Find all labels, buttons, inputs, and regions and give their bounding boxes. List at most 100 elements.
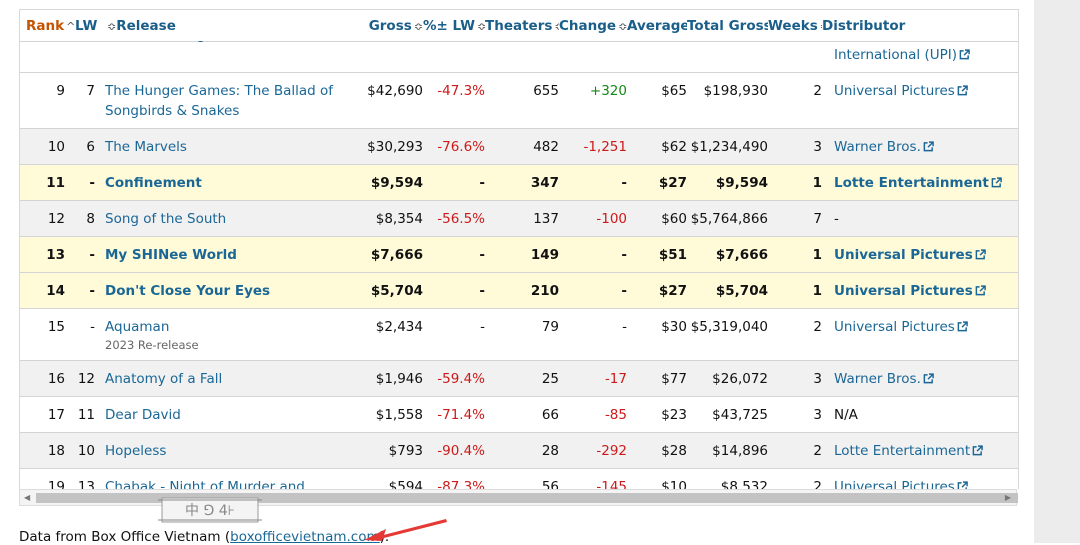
- cell-distributor: Warner Bros.: [822, 128, 1018, 164]
- table-row: 11- Confinement $9,594-347- $27 $9,594 1 Lotte…: [20, 164, 1018, 200]
- cell-weeks: 7: [813, 210, 822, 227]
- release-link[interactable]: Don't Close Your Eyes: [105, 283, 270, 299]
- col-header-pct-lw[interactable]: %± LW≎: [423, 10, 485, 41]
- cell-release: Hopeless: [105, 432, 358, 468]
- table-row: 13- My SHINee World $7,666-149- $51 $7,666 1 U…: [20, 236, 1018, 272]
- distributor-link[interactable]: Universal Pictures: [834, 83, 968, 99]
- table-row: 10 6 The Marvels $30,293 -76.6% 482 -1,251 $62 $…: [20, 128, 1018, 164]
- cell-theaters: 25: [541, 370, 559, 387]
- distributor-link[interactable]: Universal Pictures: [834, 283, 986, 299]
- cell-theater-change: -: [621, 246, 627, 263]
- cell-theater-change: -100: [596, 210, 627, 227]
- cell-pct-change: -47.3%: [437, 82, 485, 99]
- col-header-weeks[interactable]: Weeks≎: [768, 10, 822, 41]
- col-header-average[interactable]: Average≎: [627, 10, 687, 41]
- cell-theaters: 482: [533, 138, 559, 155]
- external-link-icon: [923, 372, 934, 383]
- distributor-text: N/A: [834, 406, 858, 423]
- release-link[interactable]: Dear David: [105, 407, 181, 423]
- cell-gross: $30,293: [367, 138, 423, 155]
- distributor-text: -: [834, 210, 839, 227]
- distributor-link[interactable]: Warner Bros.: [834, 371, 934, 387]
- cell-total-gross: $5,319,040: [690, 318, 768, 335]
- external-link-icon: [957, 480, 968, 489]
- cell-distributor: Universal Pictures: [822, 236, 1018, 272]
- release-link[interactable]: Hopeless: [105, 443, 166, 459]
- cell-release: Chabak - Night of Murder and Romance: [105, 468, 358, 490]
- cell-last-week: -: [89, 174, 95, 191]
- col-header-theaters[interactable]: Theaters≎: [485, 10, 559, 41]
- distributor-link[interactable]: Warner Bros.: [834, 139, 934, 155]
- cell-average: $10: [661, 478, 687, 490]
- box-office-table-container[interactable]: Rank^ LW ≎Release Gross≎ %± LW≎ Theaters…: [19, 9, 1019, 489]
- table-row: 15- Aquaman 2023 Re-release $2,434-79- $30 $5…: [20, 308, 1018, 360]
- cell-release: Aquaman 2023 Re-release: [105, 308, 358, 360]
- cell-theater-change: -: [621, 174, 627, 191]
- cell-release: My SHINee World: [105, 236, 358, 272]
- cell-last-week: 12: [77, 370, 95, 387]
- external-link-icon: [957, 84, 968, 95]
- cell-rank: 19: [47, 478, 65, 490]
- cell-average: $27: [658, 174, 687, 191]
- release-link[interactable]: Aquaman: [105, 319, 169, 335]
- cell-theaters: 28: [541, 442, 559, 459]
- external-link-icon: [972, 444, 983, 455]
- cell-average: $51: [658, 246, 687, 263]
- cell-gross: $2,434: [375, 318, 423, 335]
- cell-distributor: Warner Bros.: [822, 360, 1018, 396]
- cell-theater-change: -85: [604, 406, 627, 423]
- cell-last-week: 7: [86, 82, 95, 99]
- cell-theaters: 56: [541, 478, 559, 490]
- col-header-release[interactable]: ≎Release: [105, 10, 358, 41]
- distributor-link[interactable]: Universal Pictures: [834, 479, 968, 489]
- cell-theater-change: -145: [596, 478, 627, 490]
- cell-release: Dear David: [105, 396, 358, 432]
- cell-theaters: 137: [533, 210, 559, 227]
- col-header-gross[interactable]: Gross ≎: [358, 10, 423, 41]
- cell-total-gross: $5,764,866: [690, 210, 768, 227]
- release-link[interactable]: Song of the South: [105, 211, 226, 227]
- release-link[interactable]: Chabak - Night of Murder and Romance: [105, 479, 305, 490]
- col-header-total-gross[interactable]: Total Gross≎: [687, 10, 768, 41]
- cell-total-gross: $8,532: [720, 478, 768, 490]
- cell-rank: 11: [46, 174, 65, 191]
- release-link[interactable]: The Hunger Games: The Ballad of Songbird…: [105, 83, 333, 119]
- release-link[interactable]: Anatomy of a Fall: [105, 371, 222, 387]
- cell-distributor: Universal Pictures: [822, 272, 1018, 308]
- cell-rank: 16: [47, 370, 65, 387]
- cell-pct-change: -: [479, 282, 485, 299]
- col-header-lw[interactable]: LW: [75, 10, 105, 41]
- cell-gross: $5,704: [370, 282, 423, 299]
- cell-release: The Marvels: [105, 128, 358, 164]
- col-header-distributor[interactable]: Distributor: [822, 10, 1018, 41]
- scroll-right-arrow-icon[interactable]: ▶: [1005, 493, 1011, 502]
- release-link[interactable]: Confinement: [105, 175, 202, 191]
- distributor-link[interactable]: Lotte Entertainment: [834, 443, 983, 459]
- cell-rank: 15: [47, 318, 65, 335]
- cell-release: Anatomy of a Fall: [105, 360, 358, 396]
- cell-average: $65: [661, 82, 687, 99]
- distributor-link[interactable]: Lotte Entertainment: [834, 175, 1002, 191]
- col-header-rank[interactable]: Rank ^: [20, 10, 75, 41]
- external-link-icon: [959, 48, 970, 59]
- cell-distributor: N/A: [822, 396, 1018, 432]
- cell-gross: $8,354: [375, 210, 423, 227]
- table-row: 12 8 Song of the South $8,354 -56.5% 137 -100 $…: [20, 200, 1018, 236]
- distributor-link[interactable]: Universal Pictures: [834, 319, 968, 335]
- col-header-change[interactable]: Change ≎: [559, 10, 627, 41]
- red-arrow-annotation: [364, 519, 447, 541]
- table-row: 16 12 Anatomy of a Fall $1,946 -59.4% 25 -17 $7…: [20, 360, 1018, 396]
- cell-weeks: 3: [813, 406, 822, 423]
- table-header-row: Rank^ LW ≎Release Gross≎ %± LW≎ Theaters…: [20, 10, 1018, 41]
- cell-distributor: Universal Pictures: [822, 72, 1018, 128]
- distributor-link[interactable]: Universal Pictures: [834, 247, 986, 263]
- sort-icon: ≎: [413, 20, 423, 33]
- cell-gross: $1,558: [375, 406, 423, 423]
- external-link-icon: [975, 248, 986, 259]
- release-link[interactable]: The Marvels: [105, 139, 187, 155]
- scroll-left-arrow-icon[interactable]: ◀: [24, 493, 30, 502]
- cell-gross: $1,946: [375, 370, 423, 387]
- table-row: 14- Don't Close Your Eyes $5,704-210- $27 $5…: [20, 272, 1018, 308]
- cell-last-week: 8: [86, 210, 95, 227]
- release-link[interactable]: My SHINee World: [105, 247, 237, 263]
